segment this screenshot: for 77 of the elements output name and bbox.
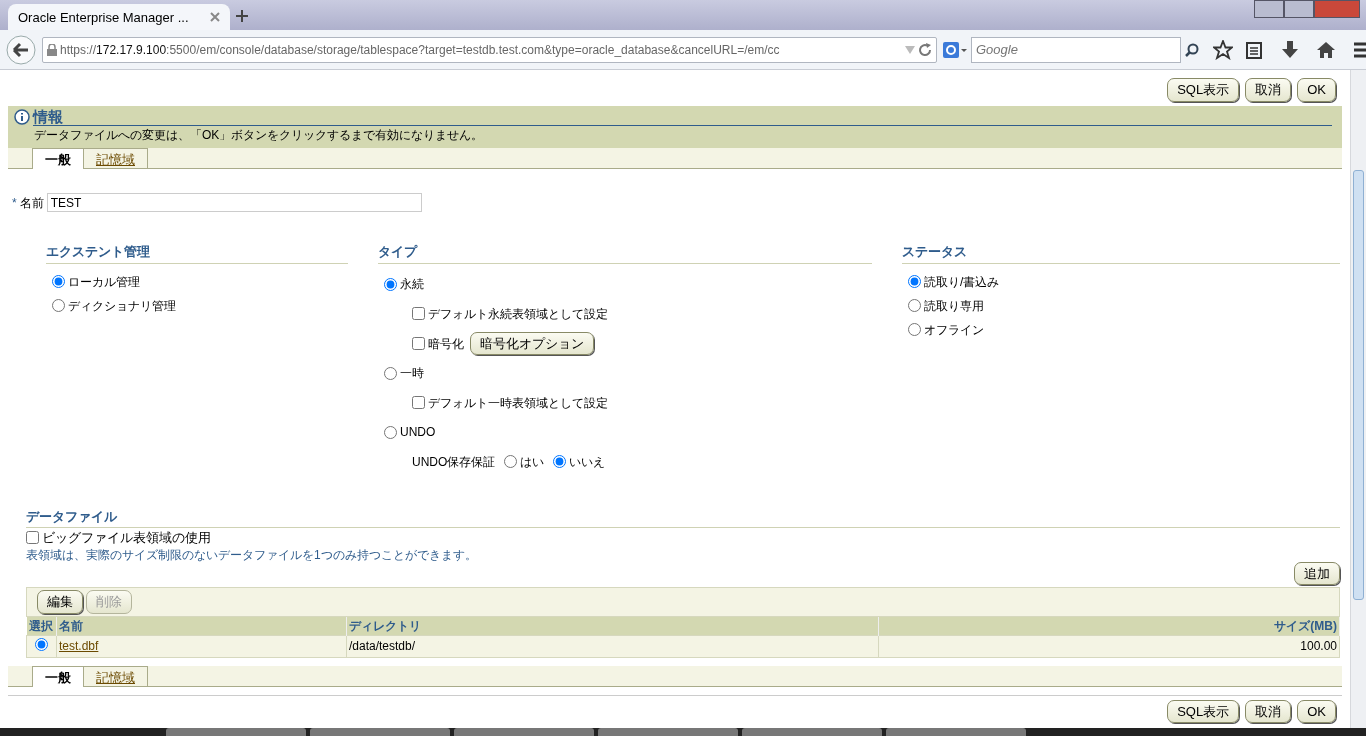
radio-button[interactable]	[384, 366, 397, 380]
search-engine-icon[interactable]	[943, 41, 967, 58]
browser-tab[interactable]: Oracle Enterprise Manager ...	[8, 4, 230, 30]
option-label: 読取り専用	[924, 297, 984, 315]
field-label: UNDO保存保証	[412, 453, 496, 471]
scrollbar[interactable]	[1350, 70, 1366, 728]
options-button[interactable]: 暗号化オプション	[470, 331, 594, 356]
option-label: 読取り/書込み	[924, 273, 1000, 291]
add-button[interactable]: 追加	[1294, 561, 1340, 585]
section-heading: タイプ	[378, 242, 872, 264]
reload-icon[interactable]	[918, 42, 932, 57]
option-label: ローカル管理	[68, 273, 140, 291]
tab[interactable]: 一般	[32, 148, 84, 169]
info-message: データファイルへの変更は、「OK」ボタンをクリックするまで有効になりません。	[33, 127, 485, 144]
row-select-radio[interactable]	[35, 637, 48, 651]
radio-button[interactable]	[384, 277, 397, 291]
tab-title: Oracle Enterprise Manager ...	[18, 8, 189, 26]
checkbox[interactable]	[412, 396, 425, 409]
radio-button[interactable]	[908, 323, 921, 336]
home-icon[interactable]	[1316, 39, 1336, 60]
action-button[interactable]: SQL表示	[1167, 78, 1240, 102]
action-button[interactable]: SQL表示	[1167, 699, 1240, 723]
back-icon[interactable]	[6, 34, 36, 65]
download-arrow-icon[interactable]	[1280, 39, 1300, 60]
section-heading: ステータス	[902, 242, 1340, 264]
option-label: UNDO	[400, 424, 436, 441]
lock-icon	[47, 43, 57, 56]
tab[interactable]: 一般	[32, 665, 84, 687]
action-button[interactable]: 取消	[1245, 699, 1292, 723]
checkbox[interactable]	[412, 337, 425, 350]
section-heading: エクステント管理	[46, 242, 348, 264]
checkbox[interactable]	[26, 531, 39, 545]
action-button[interactable]: 取消	[1245, 78, 1292, 102]
info-icon	[14, 109, 30, 126]
action-button[interactable]: OK	[1297, 699, 1336, 723]
table-cell: /data/testdb/	[346, 635, 879, 657]
checkbox-label: デフォルト一時表領域として設定	[428, 394, 608, 412]
field-label: 名前	[19, 194, 44, 212]
clipboard-icon[interactable]	[1244, 39, 1264, 60]
url-text: https://172.17.9.100:5500/em/console/database/storage/tablespace?target=testdb.test.com&type=oracle_database&cancelURL=/em/cc	[60, 41, 781, 59]
info-title: 情報	[33, 108, 1332, 126]
new-tab-icon[interactable]	[236, 10, 248, 22]
search-field[interactable]: Google	[971, 36, 1181, 63]
toolbar-button[interactable]: 編集	[37, 590, 83, 614]
tab[interactable]: 記憶域	[84, 665, 148, 686]
url-field[interactable]: https://172.17.9.100:5500/em/console/database/storage/tablespace?target=testdb.test.com&type=oracle_database&cancelURL=/em/cc	[42, 36, 937, 63]
close-icon[interactable]	[210, 12, 220, 22]
radio-button[interactable]	[52, 275, 65, 288]
option-label: いいえ	[569, 453, 606, 471]
radio-button[interactable]	[908, 275, 921, 288]
checkbox-label: ビッグファイル表領域の使用	[42, 529, 211, 547]
name-input[interactable]: TEST	[46, 193, 422, 212]
bookmark-star-icon[interactable]	[1213, 39, 1233, 60]
option-label: 永続	[400, 276, 424, 293]
option-label: 一時	[400, 365, 424, 382]
option-label: オフライン	[924, 321, 984, 339]
radio-button[interactable]	[384, 425, 397, 439]
restore-button[interactable]	[1284, 0, 1314, 18]
action-button[interactable]: OK	[1297, 78, 1336, 102]
required-mark: *	[12, 194, 17, 212]
hint-text: 表領域は、実際のサイズ制限のないデータファイルを1つのみ持つことができます。	[26, 547, 478, 562]
option-label: はい	[520, 453, 545, 471]
tab[interactable]: 記憶域	[84, 148, 148, 168]
section-heading: データファイル	[26, 506, 1340, 528]
checkbox[interactable]	[412, 307, 425, 320]
radio-button[interactable]	[908, 299, 921, 312]
checkbox-label: 暗号化	[428, 335, 464, 353]
file-link[interactable]: test.dbf	[59, 639, 99, 653]
option-label: ディクショナリ管理	[68, 297, 176, 315]
radio-button[interactable]	[553, 455, 567, 468]
scrollbar-thumb[interactable]	[1353, 170, 1364, 600]
search-icon[interactable]	[1185, 42, 1199, 57]
radio-button[interactable]	[504, 455, 518, 468]
radio-button[interactable]	[52, 299, 65, 312]
table-cell: 100.00	[878, 635, 1340, 657]
minimize-button[interactable]	[1254, 0, 1284, 18]
checkbox-label: デフォルト永続表領域として設定	[428, 305, 608, 323]
